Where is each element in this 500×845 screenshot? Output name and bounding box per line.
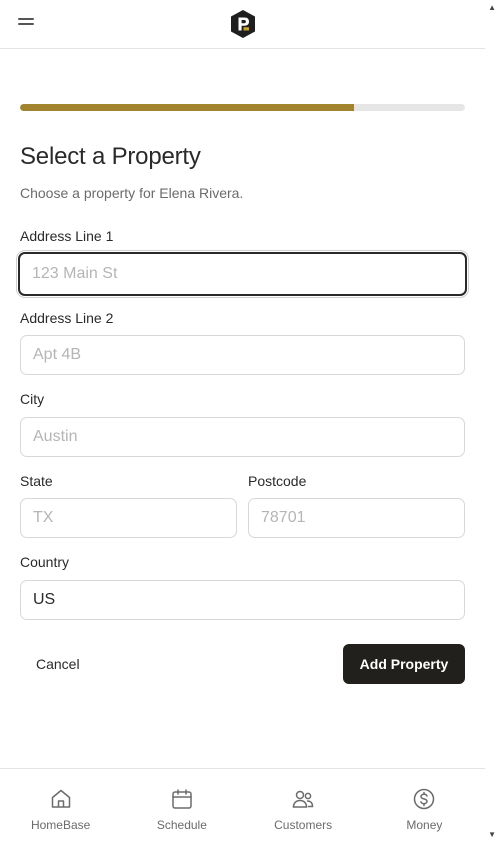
cancel-button[interactable]: Cancel [20, 644, 98, 684]
postcode-input[interactable] [248, 498, 465, 538]
nav-label-schedule: Schedule [156, 818, 207, 832]
page-subtitle: Choose a property for Elena Rivera. [20, 185, 244, 201]
nav-label-homebase: HomeBase [30, 818, 91, 832]
brand-logo-icon[interactable] [229, 9, 257, 39]
progress-bar [20, 104, 465, 111]
nav-label-customers: Customers [274, 818, 333, 832]
city-label: City [20, 391, 45, 407]
address-line-1-label: Address Line 1 [20, 228, 114, 244]
address-line-2-input[interactable] [20, 335, 465, 375]
top-header [0, 0, 485, 49]
add-property-button[interactable]: Add Property [343, 644, 465, 684]
scroll-up-arrow-icon[interactable]: ▲ [488, 4, 496, 12]
scroll-down-arrow-icon[interactable]: ▼ [488, 831, 496, 839]
nav-item-customers[interactable]: Customers [243, 769, 364, 845]
city-input[interactable] [20, 417, 465, 457]
country-label: Country [20, 554, 70, 570]
hamburger-menu-icon[interactable] [18, 16, 36, 30]
address-line-2-label: Address Line 2 [20, 310, 114, 326]
bottom-navigation: HomeBase Schedule Customers Money [0, 768, 485, 845]
state-input[interactable] [20, 498, 237, 538]
dollar-icon [414, 788, 435, 810]
address-line-1-input[interactable] [18, 252, 467, 296]
nav-item-money[interactable]: Money [364, 769, 485, 845]
postcode-label: Postcode [248, 473, 307, 489]
calendar-icon [172, 789, 192, 809]
country-input[interactable] [20, 580, 465, 620]
state-label: State [20, 473, 53, 489]
home-icon [51, 789, 70, 808]
customers-icon [292, 790, 314, 808]
nav-item-homebase[interactable]: HomeBase [0, 769, 121, 845]
nav-item-schedule[interactable]: Schedule [121, 769, 242, 845]
nav-label-money: Money [406, 818, 443, 832]
page-title: Select a Property [20, 143, 201, 170]
app-root: ▲ ▼ Select a Property Choose a property … [0, 0, 500, 845]
progress-fill [20, 104, 354, 111]
